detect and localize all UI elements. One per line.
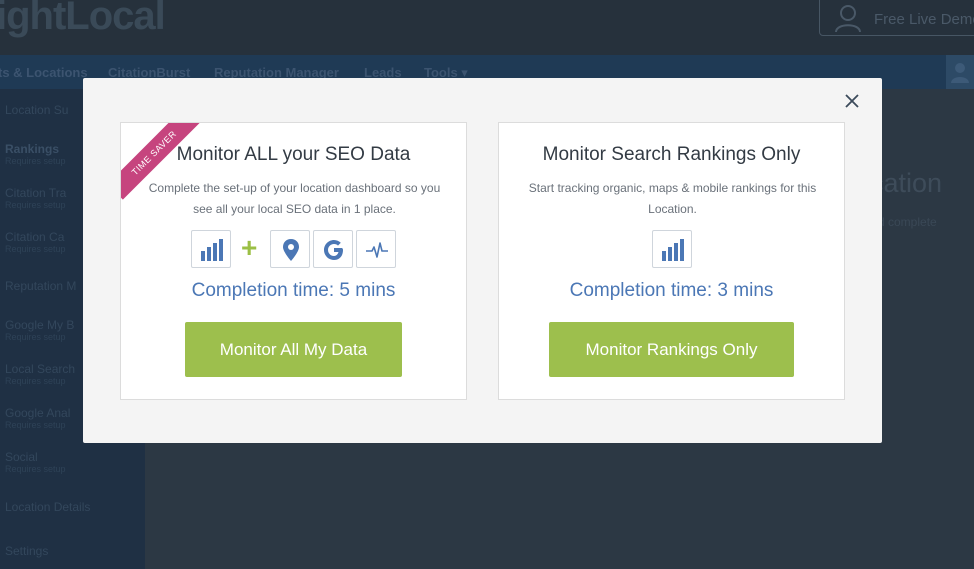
maps-feature <box>270 230 310 268</box>
bar-chart-icon <box>201 239 223 261</box>
top-bar: ightLocal Free Live Demo <box>0 0 974 55</box>
sidebar-item-social[interactable]: Social Requires setup <box>5 450 145 474</box>
monitor-rankings-only-button[interactable]: Monitor Rankings Only <box>549 322 794 377</box>
card-description: Complete the set-up of your location das… <box>148 181 441 216</box>
free-live-demo-button[interactable]: Free Live Demo <box>819 0 974 36</box>
completion-time: Completion time: 5 mins <box>191 280 396 301</box>
feature-icons <box>499 230 844 268</box>
sidebar-item-location-details[interactable]: Location Details <box>5 500 145 514</box>
sidebar-item-label: Settings <box>5 544 49 558</box>
feature-icons: + <box>121 230 466 268</box>
brightlocal-logo: ightLocal <box>0 0 166 38</box>
card-description: Start tracking organic, maps & mobile ra… <box>528 181 817 216</box>
background-subtext: d complete <box>878 215 937 229</box>
monitor-all-data-button[interactable]: Monitor All My Data <box>185 322 402 377</box>
completion-time: Completion time: 3 mins <box>569 280 774 301</box>
free-live-demo-label: Free Live Demo <box>874 11 974 28</box>
pulse-icon <box>366 242 388 258</box>
card-title: Monitor ALL your SEO Data <box>176 144 411 165</box>
rankings-feature <box>652 230 692 268</box>
analytics-feature <box>356 230 396 268</box>
close-icon[interactable] <box>842 91 862 111</box>
sidebar-item-settings[interactable]: Settings <box>5 544 145 558</box>
monitor-all-card: TIME SAVER Monitor ALL your SEO Data Com… <box>120 122 467 400</box>
google-g-icon <box>324 240 343 260</box>
map-pin-icon <box>283 239 299 261</box>
rankings-feature <box>191 230 231 268</box>
sidebar-item-label: Social <box>5 450 38 464</box>
sidebar-item-label: Location Details <box>5 500 91 514</box>
setup-choice-modal: TIME SAVER Monitor ALL your SEO Data Com… <box>83 78 882 443</box>
nav-clients-locations[interactable]: ts & Locations <box>0 65 88 80</box>
card-title: Monitor Search Rankings Only <box>542 144 801 165</box>
bar-chart-icon <box>662 239 684 261</box>
monitor-rankings-card: Monitor Search Rankings Only Start track… <box>498 122 845 400</box>
user-menu-button[interactable] <box>946 55 974 89</box>
google-feature <box>313 230 353 268</box>
user-headset-icon <box>835 5 861 33</box>
plus-icon: + <box>241 232 258 263</box>
user-icon <box>951 63 969 83</box>
sidebar-item-status: Requires setup <box>5 464 66 474</box>
